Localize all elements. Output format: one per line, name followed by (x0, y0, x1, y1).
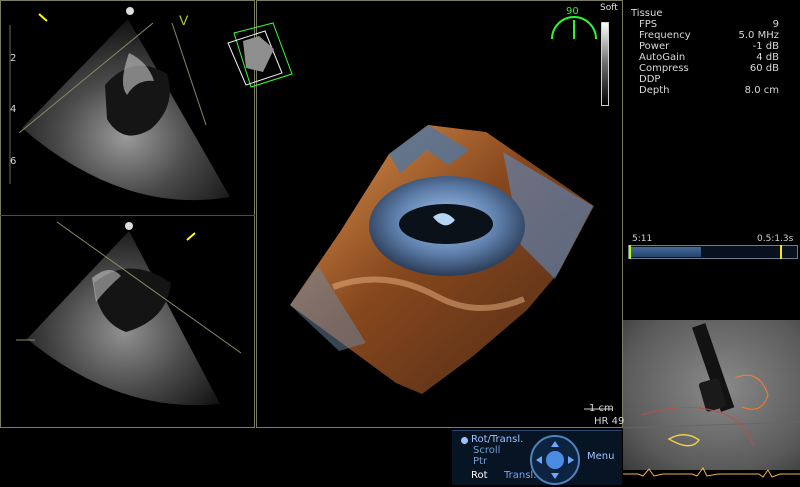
param-value: 60 dB (749, 63, 779, 74)
tissue-params-panel: Tissue FPS 9 Frequency 5.0 MHz Power -1 dB … (631, 8, 789, 96)
param-row: AutoGain 4 dB (631, 52, 779, 63)
param-label: Power (639, 41, 670, 52)
param-row: Depth 8.0 cm (631, 85, 779, 96)
main-3d-rendering[interactable] (257, 1, 622, 427)
ptr-label[interactable]: Ptr (473, 456, 487, 467)
mode-label[interactable]: Rot/Transl. (471, 434, 523, 445)
angle-gauge-value: 90 (566, 6, 579, 17)
param-label: Compress (639, 63, 689, 74)
navigation-wheel[interactable] (528, 433, 582, 487)
yellow-arrow-bottom-right (186, 232, 196, 241)
timeline-start-label: 5:11 (632, 234, 653, 244)
gray-map-bar[interactable] (601, 22, 609, 106)
param-label: FPS (639, 19, 658, 30)
param-row: Frequency 5.0 MHz (631, 30, 779, 41)
top-center-dot (125, 222, 133, 230)
param-label: AutoGain (639, 52, 686, 63)
param-label: Frequency (639, 30, 691, 41)
scale-label: 1 cm (589, 403, 614, 414)
param-value: 8.0 cm (744, 85, 779, 96)
depth-2-label: 2 (10, 53, 16, 64)
top-left-ultrasound-view[interactable]: V 2 4 6 (1, 1, 254, 214)
depth-6-label: 6 (10, 156, 16, 167)
yellow-arrow-top-left (38, 13, 48, 22)
heart-rate-label: HR 49 (594, 416, 625, 427)
param-label: DDP (639, 74, 661, 85)
mode-radio[interactable] (461, 437, 468, 444)
navigation-wheel-center (546, 451, 564, 469)
cine-progress-fill (630, 247, 701, 257)
v-label: V (179, 12, 189, 28)
param-label: Depth (639, 85, 670, 96)
depth-4-label: 4 (10, 104, 16, 115)
param-row: Compress 60 dB (631, 63, 779, 74)
param-value: 4 dB (756, 52, 779, 63)
param-row: FPS 9 (631, 19, 779, 30)
soft-label: Soft (600, 3, 618, 13)
ecg-trace (623, 467, 800, 478)
param-value: -1 dB (752, 41, 779, 52)
menu-button[interactable]: Menu (587, 451, 614, 462)
progress-left-marker (629, 245, 631, 259)
rot-button[interactable]: Rot (471, 470, 488, 481)
ecg-waveform (623, 467, 800, 478)
tissue-title: Tissue (631, 8, 663, 19)
top-center-dot (126, 7, 134, 15)
scroll-label[interactable]: Scroll (473, 445, 500, 456)
bottom-left-ultrasound-view[interactable] (1, 216, 254, 428)
param-value: 5.0 MHz (738, 30, 779, 41)
timeline-end-label: 0.5:1.3s (757, 234, 794, 244)
param-row: DDP (631, 74, 779, 85)
cine-progress-bar[interactable] (628, 245, 798, 259)
progress-right-marker (780, 245, 782, 259)
param-row: Power -1 dB (631, 41, 779, 52)
param-value: 9 (772, 19, 779, 30)
